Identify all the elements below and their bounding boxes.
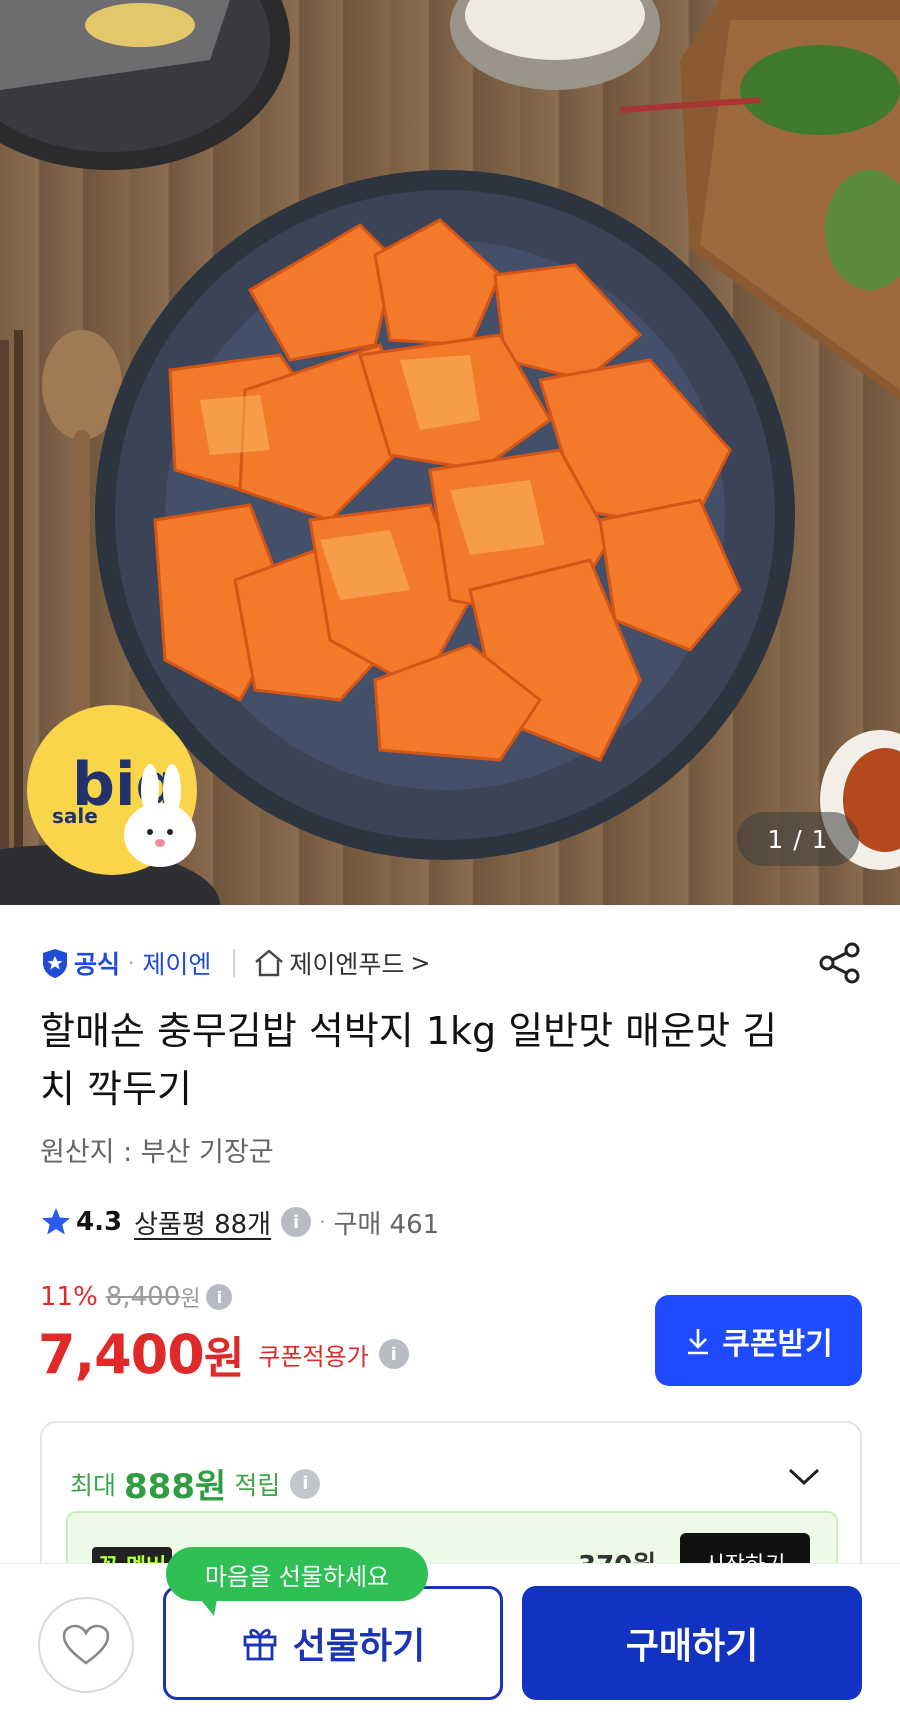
share-icon[interactable] (817, 940, 863, 986)
get-coupon-button[interactable]: 쿠폰받기 (655, 1295, 862, 1386)
info-icon[interactable]: i (281, 1207, 312, 1237)
seller-row: 공식 · 제이엔 제이엔푸드 > (40, 943, 431, 983)
separator-dot: · (319, 1210, 326, 1234)
info-icon[interactable]: i (378, 1339, 409, 1369)
buy-button[interactable]: 구매하기 (522, 1586, 862, 1700)
origin-info: 원산지 : 부산 기장군 (40, 1137, 274, 1168)
wishlist-button[interactable] (38, 1597, 134, 1693)
official-label: 공식 (74, 950, 121, 979)
gift-label: 선물하기 (292, 1626, 426, 1667)
download-icon (688, 1328, 709, 1354)
original-price-unit: 원 (180, 1287, 201, 1312)
purchase-count: 구매 461 (333, 1209, 440, 1240)
official-shield-icon (43, 949, 67, 978)
store-home-icon[interactable] (253, 948, 285, 978)
info-icon[interactable]: i (290, 1468, 321, 1499)
gift-icon (243, 1628, 277, 1661)
current-price-unit: 원 (203, 1333, 245, 1384)
rating-row: 4.3 상품평 88개 i · 구매 461 (40, 1202, 439, 1242)
separator-dot: · (128, 951, 135, 975)
current-price: 7,400 (38, 1322, 205, 1386)
discount-rate: 11% (40, 1282, 98, 1312)
original-price: 8,400 (105, 1282, 181, 1312)
product-photo: big sale (0, 0, 900, 905)
gift-tooltip: 마음을 선물하세요 (166, 1547, 428, 1601)
get-coupon-label: 쿠폰받기 (722, 1326, 833, 1362)
product-title: 할매손 충무김밥 석박지 1kg 일반맛 매운맛 김치 깍두기 (40, 1009, 778, 1111)
chevron-down-icon[interactable] (784, 1461, 824, 1491)
points-header[interactable]: 최대 888원 적립 i (70, 1459, 321, 1508)
discount-row: 11% 8,400 원 i (40, 1279, 233, 1315)
product-image-gallery[interactable]: big sale 1 / 1 (0, 0, 900, 905)
bottom-action-bar: 선물하기 구매하기 (0, 1563, 900, 1719)
big-sale-badge: big sale (27, 705, 197, 875)
heart-icon (62, 1624, 110, 1665)
coupon-price-note: 쿠폰적용가 (258, 1342, 369, 1371)
image-counter: 1 / 1 (737, 812, 859, 866)
divider (233, 949, 236, 977)
star-icon (42, 1208, 70, 1235)
brand-link[interactable]: 제이엔 (142, 945, 211, 981)
rating-score: 4.3 (76, 1207, 123, 1237)
store-link[interactable]: 제이엔푸드 (289, 945, 404, 981)
review-count-link[interactable]: 상품평 88개 (134, 1204, 271, 1241)
svg-text:sale: sale (52, 804, 98, 828)
points-amount: 888원 (124, 1467, 227, 1507)
points-prefix: 최대 (70, 1470, 117, 1500)
info-icon[interactable]: i (206, 1284, 233, 1310)
price-row: 7,400 원 쿠폰적용가 i (38, 1321, 409, 1387)
points-suffix: 적립 (234, 1470, 281, 1500)
chevron-right-icon[interactable]: > (410, 949, 430, 977)
